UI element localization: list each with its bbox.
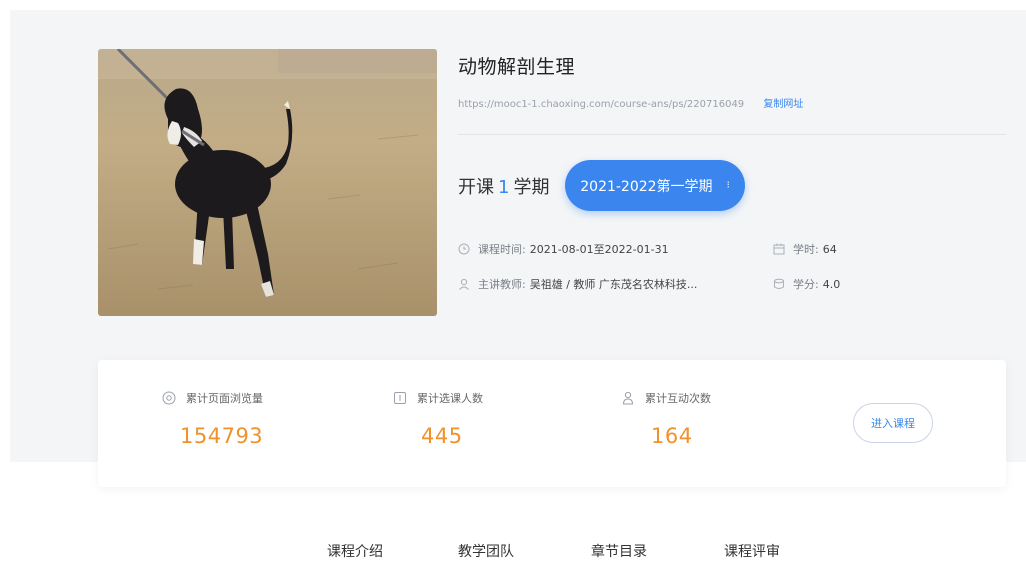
stats-card: 累计页面浏览量 154793 累计选课人数 445 累计互动次数 164 进入课… (98, 360, 1006, 487)
teacher-label: 主讲教师: (478, 278, 526, 291)
copy-url-link[interactable]: 复制网址 (763, 99, 803, 110)
enter-course-button[interactable]: 进入课程 (853, 403, 933, 443)
tab-chapter-list[interactable]: 章节目录 (591, 541, 647, 561)
person-icon (621, 391, 635, 405)
stat-label: 累计选课人数 (417, 392, 483, 405)
course-url: https://mooc1-1.chaoxing.com/course-ans/… (458, 99, 745, 110)
course-title: 动物解剖生理 (458, 56, 576, 78)
stat-value: 154793 (180, 424, 264, 448)
teacher-icon (458, 278, 470, 290)
stat-interactions: 累计互动次数 164 (621, 390, 711, 448)
course-time-value: 2021-08-01至2022-01-31 (529, 243, 669, 256)
eye-icon (162, 391, 176, 405)
calendar-icon (773, 243, 785, 255)
stat-label: 累计互动次数 (645, 392, 711, 405)
book-icon (393, 391, 407, 405)
term-count-label: 开课 1 学期 (458, 173, 549, 199)
teacher-meta: 主讲教师: 吴祖雄 / 教师 广东茂名农林科技... (458, 276, 697, 292)
hours-value: 64 (822, 242, 837, 256)
hours-label: 学时: (793, 243, 819, 256)
course-url-row: https://mooc1-1.chaoxing.com/course-ans/… (458, 95, 803, 110)
stat-enrolled: 累计选课人数 445 (393, 390, 483, 448)
tab-teaching-team[interactable]: 教学团队 (458, 541, 514, 561)
credits-meta: 学分: 4.0 (773, 276, 840, 292)
stat-page-views: 累计页面浏览量 154793 (162, 390, 263, 448)
stat-value: 445 (421, 424, 463, 448)
tab-course-review[interactable]: 课程评审 (724, 541, 780, 561)
credit-icon (773, 278, 785, 290)
semester-label: 2021-2022第一学期 (580, 178, 713, 195)
hours-meta: 学时: 64 (773, 241, 837, 257)
credits-value: 4.0 (822, 277, 841, 291)
teacher-value: 吴祖雄 / 教师 广东茂名农林科技... (529, 278, 698, 291)
stat-value: 164 (651, 424, 693, 448)
course-page: 动物解剖生理 https://mooc1-1.chaoxing.com/cour… (0, 0, 1026, 578)
term-prefix: 开课 (458, 177, 494, 198)
clock-icon (458, 243, 470, 255)
updown-caret-icon: ⁝ (726, 179, 730, 191)
tab-course-intro[interactable]: 课程介绍 (327, 541, 383, 561)
course-time-meta: 课程时间: 2021-08-01至2022-01-31 (458, 241, 669, 257)
info-divider (458, 134, 1006, 135)
course-cover-image (98, 49, 437, 316)
stat-label: 累计页面浏览量 (186, 392, 263, 405)
term-suffix: 学期 (513, 177, 550, 198)
term-count: 1 (498, 177, 510, 198)
course-tabs: 课程介绍 教学团队 章节目录 课程评审 (0, 541, 1026, 563)
course-time-label: 课程时间: (478, 243, 526, 256)
semester-select-button[interactable]: 2021-2022第一学期 ⁝ (565, 160, 745, 211)
credits-label: 学分: (793, 278, 819, 291)
